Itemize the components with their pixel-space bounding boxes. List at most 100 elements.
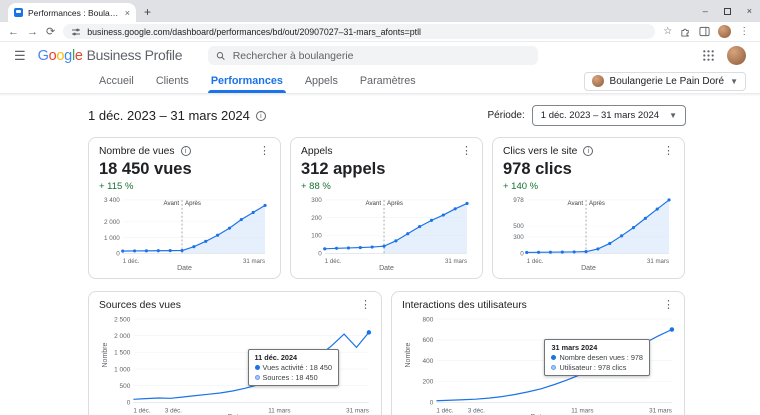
card-menu-icon[interactable]: ⋮ bbox=[461, 146, 472, 156]
chevron-down-icon: ▼ bbox=[669, 111, 677, 120]
business-avatar bbox=[592, 75, 604, 87]
business-selector[interactable]: Boulangerie Le Pain Doré ▼ bbox=[584, 72, 746, 91]
extensions-puzzle-icon[interactable] bbox=[680, 26, 691, 37]
back-button[interactable]: ← bbox=[8, 26, 19, 38]
account-avatar[interactable] bbox=[727, 46, 746, 65]
svg-text:Avant: Avant bbox=[366, 200, 382, 207]
card-menu-icon[interactable]: ⋮ bbox=[663, 300, 674, 310]
metric-delta: + 88 % bbox=[301, 181, 472, 192]
window-close-button[interactable]: × bbox=[747, 6, 752, 16]
forward-button[interactable]: → bbox=[27, 26, 38, 38]
apps-grid-icon[interactable] bbox=[702, 49, 715, 62]
svg-text:1 déc.: 1 déc. bbox=[123, 258, 140, 265]
search-box[interactable] bbox=[208, 46, 538, 65]
svg-text:Avant: Avant bbox=[164, 200, 180, 207]
svg-text:31 mars: 31 mars bbox=[346, 407, 369, 414]
info-icon[interactable]: i bbox=[256, 111, 266, 121]
period-dropdown[interactable]: 1 déc. 2023 – 31 mars 2024 ▼ bbox=[532, 105, 686, 126]
series-dot bbox=[551, 365, 556, 370]
card-title: Appels bbox=[301, 146, 332, 157]
clicks-chart[interactable]: 9785003000AvantAprès1 déc.31 mars bbox=[503, 192, 674, 265]
svg-text:31 mars: 31 mars bbox=[647, 258, 669, 265]
url-text: business.google.com/dashboard/performanc… bbox=[87, 27, 421, 37]
calls-chart[interactable]: 3002001000AvantAprès1 déc.31 mars bbox=[301, 192, 472, 265]
card-title: Interactions des utilisateurs bbox=[402, 300, 527, 311]
date-range-heading: 1 déc. 2023 – 31 mars 2024 bbox=[88, 108, 250, 123]
tooltip-date: 31 mars 2024 bbox=[551, 343, 643, 352]
svg-text:Avant: Avant bbox=[568, 200, 584, 207]
new-tab-button[interactable]: + bbox=[144, 3, 151, 22]
period-label: Période: bbox=[488, 110, 525, 121]
site-settings-icon[interactable] bbox=[71, 27, 81, 37]
metric-card-calls: Appels ⋮ 312 appels + 88 % 3002001000Ava… bbox=[290, 137, 483, 279]
window-maximize-button[interactable] bbox=[724, 8, 731, 15]
metric-value: 312 appels bbox=[301, 160, 472, 179]
card-title: Clics vers le site bbox=[503, 146, 577, 157]
card-title: Nombre de vues bbox=[99, 146, 175, 157]
x-axis-label: Date bbox=[301, 265, 472, 272]
y-axis-label: Nombre bbox=[102, 342, 109, 367]
tab-accueil[interactable]: Accueil bbox=[88, 69, 145, 93]
svg-text:500: 500 bbox=[513, 223, 524, 230]
browser-tab[interactable]: Performances : Boulangerie Art × bbox=[8, 3, 136, 22]
svg-text:0: 0 bbox=[318, 250, 322, 257]
svg-text:200: 200 bbox=[311, 215, 322, 222]
metric-delta: + 140 % bbox=[503, 181, 674, 192]
google-logo: GoogleBusiness Profile bbox=[38, 47, 183, 64]
tab-parametres[interactable]: Paramètres bbox=[349, 69, 427, 93]
product-name: Business Profile bbox=[87, 47, 183, 63]
info-icon[interactable]: i bbox=[181, 146, 191, 156]
card-menu-icon[interactable]: ⋮ bbox=[259, 146, 270, 156]
series-dot bbox=[255, 375, 260, 380]
svg-text:978: 978 bbox=[513, 197, 524, 204]
svg-text:Après: Après bbox=[185, 200, 201, 207]
main-menu-icon[interactable]: ☰ bbox=[14, 48, 26, 64]
svg-text:1 déc.: 1 déc. bbox=[325, 258, 342, 265]
card-menu-icon[interactable]: ⋮ bbox=[663, 146, 674, 156]
svg-text:1 000: 1 000 bbox=[114, 366, 131, 373]
metric-value: 978 clics bbox=[503, 160, 674, 179]
chart-tooltip: 31 mars 2024 Nombre desen vues : 978 Uti… bbox=[544, 339, 650, 376]
tab-favicon bbox=[14, 8, 23, 17]
interactions-card: Interactions des utilisateurs ⋮ Nombre 8… bbox=[391, 291, 685, 415]
x-axis-label: Date bbox=[99, 265, 270, 272]
svg-text:1 déc.: 1 déc. bbox=[436, 407, 453, 414]
search-input[interactable] bbox=[233, 50, 531, 62]
tab-performances[interactable]: Performances bbox=[200, 69, 294, 93]
svg-text:2 500: 2 500 bbox=[114, 316, 131, 323]
svg-text:800: 800 bbox=[423, 316, 434, 323]
info-icon[interactable]: i bbox=[583, 146, 593, 156]
tooltip-row: Sources : 18 450 bbox=[263, 373, 318, 382]
views-chart[interactable]: 3 4002 0001 0000AvantAprès1 déc.31 mars bbox=[99, 192, 270, 265]
svg-text:600: 600 bbox=[423, 337, 434, 344]
series-dot bbox=[255, 365, 260, 370]
svg-text:11 mars: 11 mars bbox=[268, 407, 290, 414]
svg-text:100: 100 bbox=[311, 233, 322, 240]
tab-close-icon[interactable]: × bbox=[125, 8, 130, 18]
metric-card-views: Nombre de vues i ⋮ 18 450 vues + 115 % 3… bbox=[88, 137, 281, 279]
svg-text:3 400: 3 400 bbox=[104, 197, 120, 204]
svg-text:1 000: 1 000 bbox=[104, 235, 120, 242]
reload-button[interactable]: ⟳ bbox=[46, 25, 55, 38]
browser-profile-avatar[interactable] bbox=[718, 25, 731, 38]
tab-appels[interactable]: Appels bbox=[294, 69, 349, 93]
tab-clients[interactable]: Clients bbox=[145, 69, 200, 93]
svg-text:500: 500 bbox=[120, 383, 131, 390]
window-controls: – × bbox=[703, 0, 752, 22]
chrome-menu-icon[interactable]: ⋮ bbox=[739, 26, 749, 37]
side-panel-icon[interactable] bbox=[699, 26, 710, 37]
svg-text:Après: Après bbox=[589, 200, 605, 207]
svg-text:31 mars: 31 mars bbox=[649, 407, 672, 414]
y-axis-label: Nombre bbox=[405, 342, 412, 367]
bookmark-star-icon[interactable]: ☆ bbox=[663, 26, 672, 37]
svg-text:0: 0 bbox=[127, 400, 131, 407]
svg-text:400: 400 bbox=[423, 358, 434, 365]
window-minimize-button[interactable]: – bbox=[703, 6, 708, 16]
browser-tabstrip: Performances : Boulangerie Art × + – × bbox=[0, 0, 760, 22]
svg-text:31 mars: 31 mars bbox=[243, 258, 265, 265]
svg-text:1 500: 1 500 bbox=[114, 350, 131, 357]
url-bar[interactable]: business.google.com/dashboard/performanc… bbox=[63, 24, 655, 39]
browser-toolbar: ← → ⟳ business.google.com/dashboard/perf… bbox=[0, 22, 760, 42]
card-menu-icon[interactable]: ⋮ bbox=[360, 300, 371, 310]
svg-text:200: 200 bbox=[423, 379, 434, 386]
